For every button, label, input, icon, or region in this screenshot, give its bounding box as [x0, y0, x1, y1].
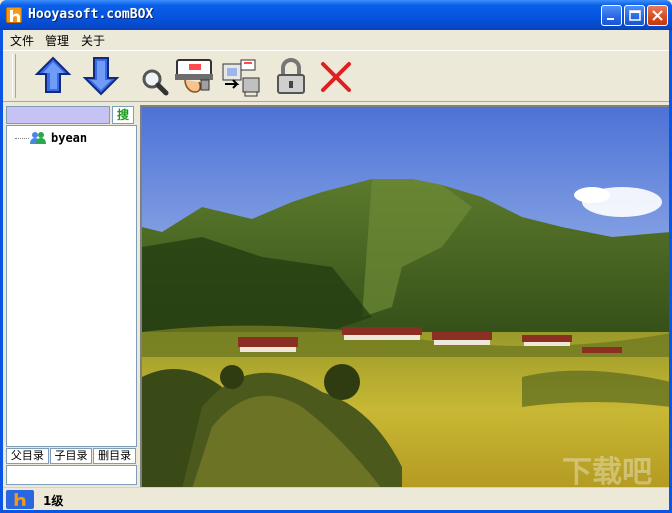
left-pane: 搜 byean 父目录 子目录 删目录 [6, 105, 137, 485]
minimize-button[interactable] [601, 5, 622, 26]
toolbar-grip[interactable] [12, 54, 16, 98]
image-viewer[interactable]: 下载吧 [140, 105, 669, 487]
menu-file[interactable]: 文件 [10, 32, 34, 49]
menu-about[interactable]: 关于 [81, 32, 105, 49]
user-icon [29, 129, 47, 147]
search-button[interactable]: 搜 [112, 106, 134, 124]
folder-tree[interactable]: byean [6, 125, 137, 447]
close-button[interactable] [647, 5, 668, 26]
delete-icon[interactable] [315, 54, 359, 98]
search-row: 搜 [6, 105, 137, 125]
transfer-icon[interactable] [219, 54, 263, 98]
up-arrow-icon[interactable] [31, 54, 75, 98]
maximize-button[interactable] [624, 5, 645, 26]
tree-connector [15, 138, 29, 139]
app-logo-icon [6, 7, 22, 23]
status-logo-icon [6, 490, 34, 509]
window-title: Hooyasoft.comBOX [28, 7, 154, 22]
tree-item-label: byean [51, 131, 88, 145]
down-arrow-icon[interactable] [79, 54, 123, 98]
mountain-landscape-photo: 下载吧 [142, 107, 669, 487]
svg-text:下载吧: 下载吧 [562, 455, 652, 487]
directory-buttons: 父目录 子目录 删目录 [6, 448, 137, 464]
status-level-text: 1级 [43, 494, 64, 508]
app-window: Hooyasoft.comBOX 文件 管理 关于 搜 byean 父目录 子目… [0, 0, 672, 513]
lock-icon[interactable] [269, 54, 313, 98]
search-input[interactable] [6, 106, 110, 124]
path-field[interactable] [6, 465, 137, 485]
child-directory-button[interactable]: 子目录 [49, 448, 93, 464]
delete-directory-button[interactable]: 删目录 [93, 448, 137, 464]
send-mail-icon[interactable] [173, 54, 217, 98]
menu-bar: 文件 管理 关于 [3, 30, 669, 50]
client-area: 文件 管理 关于 搜 byean 父目录 子目录 删目录 下载吧 1级 [3, 30, 669, 510]
parent-directory-button[interactable]: 父目录 [6, 448, 49, 464]
menu-manage[interactable]: 管理 [45, 32, 69, 49]
status-bar: 1级 [3, 487, 669, 510]
toolbar [3, 50, 669, 102]
tree-item-byean[interactable]: byean [15, 129, 87, 147]
title-bar[interactable]: Hooyasoft.comBOX [0, 0, 672, 30]
